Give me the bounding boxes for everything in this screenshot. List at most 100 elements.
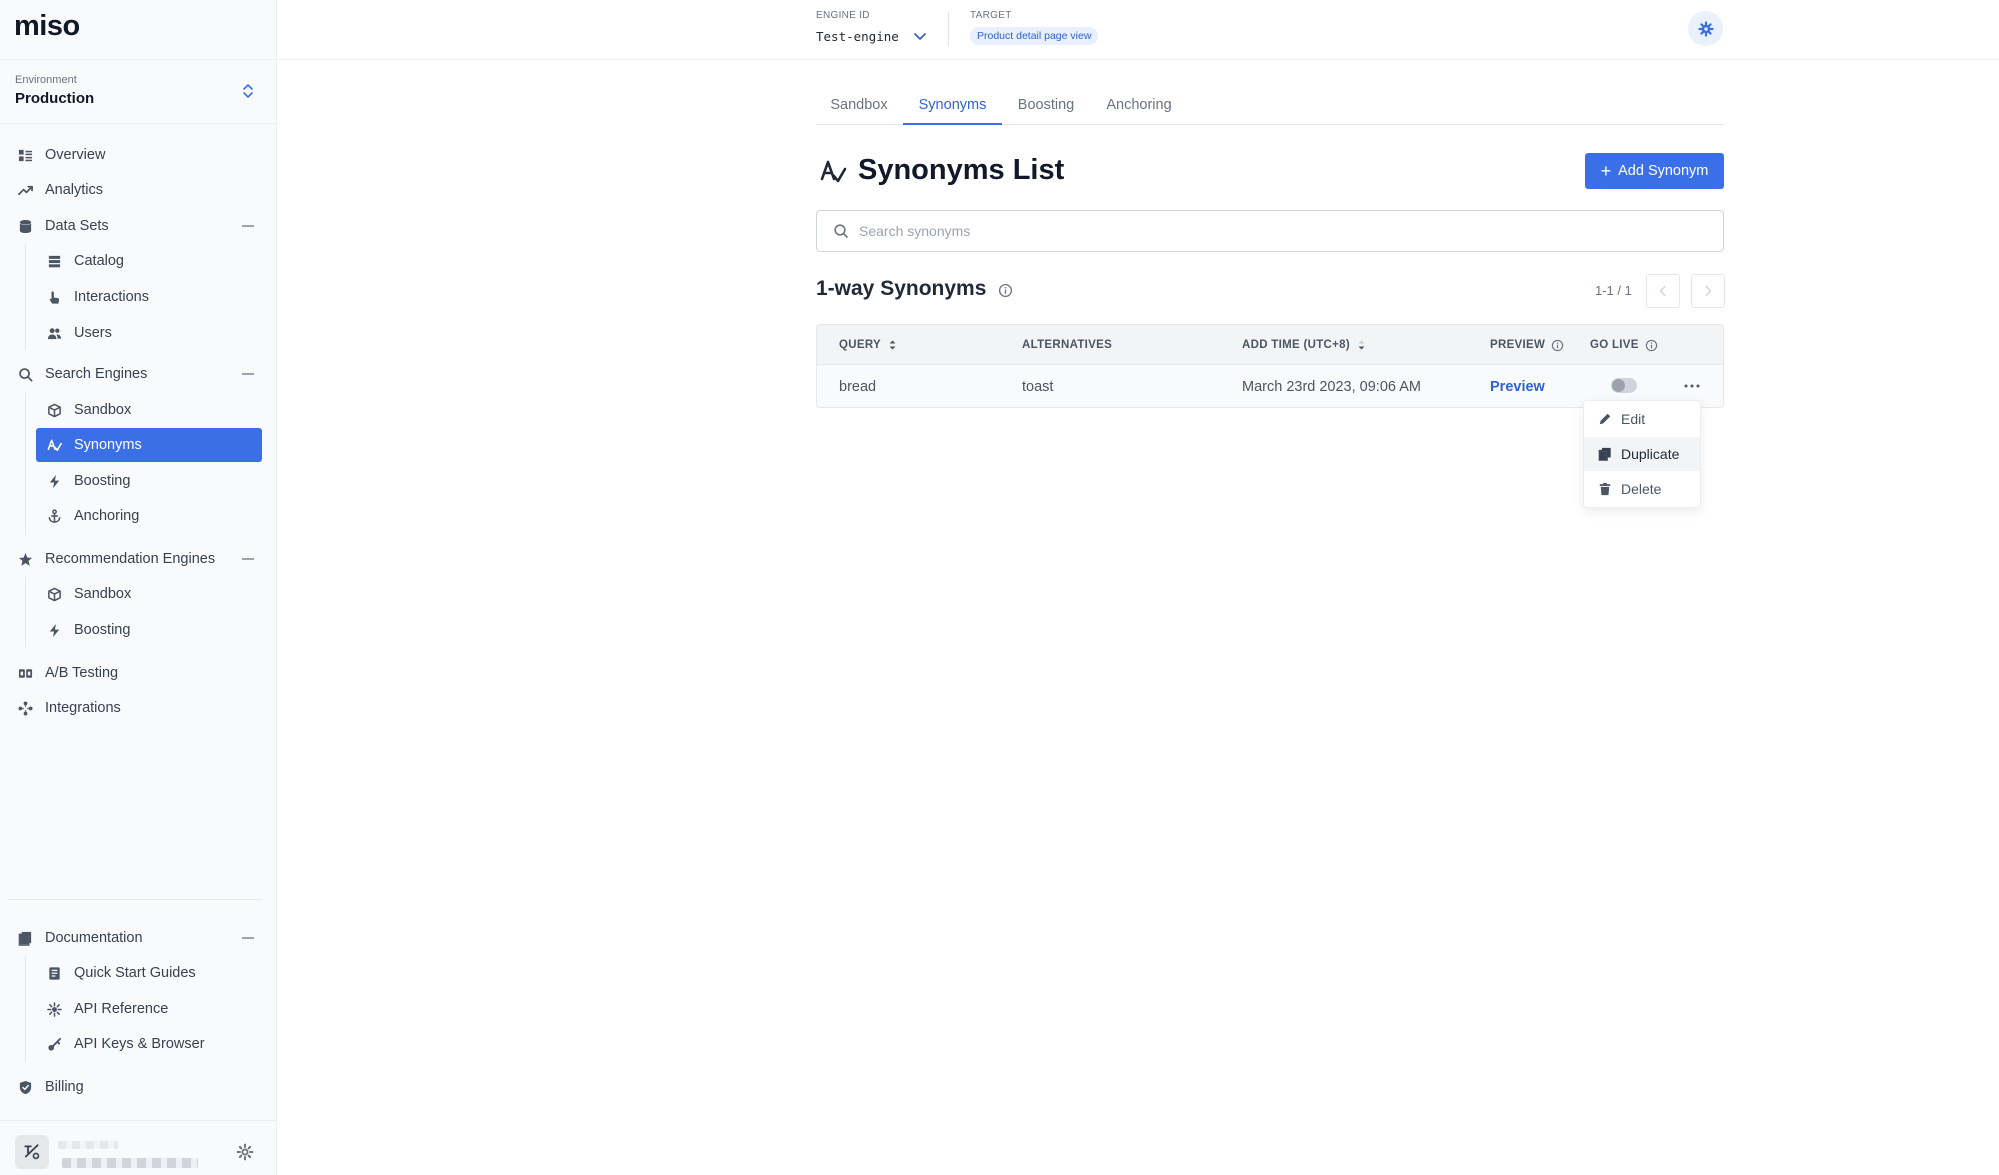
tab-anchoring[interactable]: Anchoring	[1090, 90, 1188, 125]
sidebar-item-rec-boosting[interactable]: Boosting	[36, 613, 262, 647]
tree-line	[25, 244, 26, 350]
cell-query: bread	[839, 378, 877, 395]
engine-id-select[interactable]: Test-engine	[816, 25, 928, 47]
engine-id-value: Test-engine	[816, 28, 899, 44]
user-email-redacted	[62, 1158, 198, 1168]
sidebar-item-rec-sandbox[interactable]: Sandbox	[36, 577, 262, 611]
divider	[0, 1120, 276, 1121]
sidebar-item-recommendation-engines[interactable]: Recommendation Engines	[16, 542, 262, 576]
sidebar-item-label: Documentation	[45, 930, 143, 946]
sidebar-item-documentation[interactable]: Documentation	[16, 921, 262, 955]
sidebar-item-label: Boosting	[74, 473, 131, 489]
sidebar-item-label: Quick Start Guides	[74, 965, 196, 981]
tab-boosting[interactable]: Boosting	[1002, 90, 1090, 125]
preview-link[interactable]: Preview	[1490, 379, 1545, 395]
sidebar-item-synonyms[interactable]: Synonyms	[36, 428, 262, 462]
synonym-icon	[45, 436, 63, 454]
api-icon	[45, 1000, 63, 1018]
sidebar-item-billing[interactable]: Billing	[16, 1070, 262, 1104]
add-synonym-button[interactable]: + Add Synonym	[1585, 153, 1724, 189]
sidebar-item-catalog[interactable]: Catalog	[36, 244, 262, 278]
column-header-add-time[interactable]: ADD TIME (UTC+8)	[1242, 325, 1366, 365]
collapse-minus-icon[interactable]	[242, 937, 254, 939]
sidebar-item-integrations[interactable]: Integrations	[16, 691, 262, 725]
sidebar-item-label: Analytics	[45, 182, 104, 198]
info-icon[interactable]	[1645, 339, 1658, 352]
pagination-info: 1-1 / 1	[1595, 283, 1632, 298]
menu-item-edit[interactable]: Edit	[1584, 402, 1700, 436]
tree-line	[25, 956, 26, 1062]
synonym-icon	[820, 160, 847, 183]
next-page-button[interactable]	[1691, 274, 1725, 308]
menu-item-delete[interactable]: Delete	[1584, 472, 1700, 506]
cube-icon	[45, 401, 63, 419]
sidebar-item-search-boosting[interactable]: Boosting	[36, 464, 262, 498]
menu-item-label: Duplicate	[1621, 446, 1680, 462]
cell-alternatives: toast	[1022, 378, 1054, 395]
search-input[interactable]	[859, 211, 1709, 251]
sidebar-item-quick-start[interactable]: Quick Start Guides	[36, 956, 262, 990]
sidebar-item-label: Sandbox	[74, 402, 132, 418]
tab-sandbox[interactable]: Sandbox	[816, 90, 902, 125]
table-header: QUERY ALTERNATIVES ADD TIME (UTC+8) PREV…	[817, 325, 1723, 365]
sidebar-item-api-reference[interactable]: API Reference	[36, 992, 262, 1026]
sidebar-item-label: Billing	[45, 1079, 84, 1095]
column-header-label: ALTERNATIVES	[1022, 339, 1113, 351]
column-header-label: QUERY	[839, 339, 881, 351]
user-name-redacted	[58, 1141, 118, 1149]
collapse-minus-icon[interactable]	[242, 373, 254, 375]
sidebar-item-label: A/B Testing	[45, 665, 119, 681]
billing-shield-icon	[16, 1078, 34, 1096]
users-icon	[45, 324, 63, 342]
sidebar-item-data-sets[interactable]: Data Sets	[16, 209, 262, 243]
anchor-icon	[45, 507, 63, 525]
miso-logo[interactable]: miso	[14, 10, 80, 43]
column-header-label: PREVIEW	[1490, 339, 1546, 351]
sidebar-item-analytics[interactable]: Analytics	[16, 173, 262, 207]
settings-button[interactable]	[1688, 11, 1723, 46]
sidebar-item-label: Sandbox	[74, 586, 132, 602]
plus-icon: +	[1600, 161, 1612, 181]
cell-add-time: March 23rd 2023, 09:06 AM	[1242, 378, 1421, 395]
sidebar-item-overview[interactable]: Overview	[16, 138, 262, 172]
gear-icon[interactable]	[236, 1143, 254, 1161]
collapse-minus-icon[interactable]	[242, 558, 254, 560]
sidebar-item-label: Users	[74, 325, 112, 341]
stack-icon	[45, 252, 63, 270]
sidebar-item-search-engines[interactable]: Search Engines	[16, 357, 262, 391]
target-badge: Product detail page view	[970, 27, 1099, 45]
more-horizontal-icon	[1684, 384, 1700, 388]
search-icon	[16, 365, 34, 383]
duplicate-icon	[1598, 447, 1612, 461]
updown-caret-icon	[243, 84, 253, 98]
column-header-query[interactable]: QUERY	[839, 325, 897, 365]
sidebar-item-anchoring[interactable]: Anchoring	[36, 499, 262, 533]
go-live-toggle[interactable]	[1611, 378, 1637, 393]
tab-synonyms[interactable]: Synonyms	[903, 90, 1002, 125]
gear-icon	[1697, 20, 1714, 37]
sidebar-item-label: Catalog	[74, 253, 124, 269]
menu-item-duplicate[interactable]: Duplicate	[1584, 437, 1700, 471]
environment-selector[interactable]: Environment Production	[15, 74, 255, 108]
prev-page-button[interactable]	[1646, 274, 1680, 308]
sidebar-item-label: Synonyms	[74, 437, 142, 453]
sidebar-item-api-keys[interactable]: API Keys & Browser	[36, 1027, 262, 1061]
collapse-minus-icon[interactable]	[242, 225, 254, 227]
sidebar-item-ab-testing[interactable]: A/B Testing	[16, 656, 262, 690]
tree-line	[25, 393, 26, 535]
sidebar-item-users[interactable]: Users	[36, 316, 262, 350]
sidebar-item-search-sandbox[interactable]: Sandbox	[36, 393, 262, 427]
trash-icon	[1598, 482, 1612, 496]
row-actions-button[interactable]	[1679, 374, 1705, 398]
chevron-down-icon	[914, 33, 926, 40]
avatar[interactable]	[15, 1135, 49, 1169]
sidebar-item-label: Anchoring	[74, 508, 140, 524]
info-icon[interactable]	[998, 283, 1013, 298]
info-icon[interactable]	[1551, 339, 1564, 352]
sidebar-item-label: API Reference	[74, 1001, 169, 1017]
user-avatar-icon	[24, 1144, 40, 1160]
trend-up-icon	[16, 181, 34, 199]
tab-bar: Sandbox Synonyms Boosting Anchoring	[816, 90, 1724, 125]
sidebar-item-interactions[interactable]: Interactions	[36, 280, 262, 314]
key-icon	[45, 1035, 63, 1053]
